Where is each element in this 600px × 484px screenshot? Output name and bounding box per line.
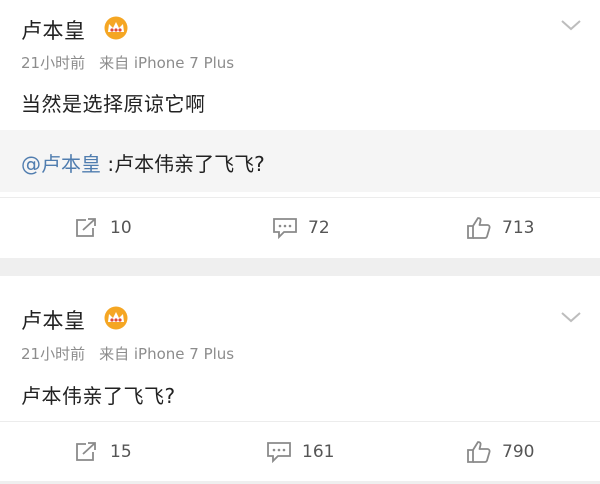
chevron-down-icon[interactable]: [560, 18, 582, 32]
comment-icon: [273, 218, 297, 239]
repost-count: 15: [110, 442, 132, 462]
post-card: 卢本皇 21小时前 来自 iPhone 7 Plus 卢本伟亲了飞飞? 15 1…: [0, 276, 600, 481]
crown-icon: [104, 16, 128, 40]
author-name[interactable]: 卢本皇: [21, 15, 86, 45]
action-bar: 10 72 713: [0, 198, 600, 258]
post-source: 来自 iPhone 7 Plus: [99, 345, 235, 363]
like-button[interactable]: 713: [466, 198, 534, 258]
comment-count: 72: [308, 218, 330, 238]
quoted-line: @卢本皇 :卢本伟亲了飞飞?: [21, 148, 265, 177]
comment-icon: [267, 442, 291, 463]
repost-icon: [76, 218, 96, 237]
comment-count: 161: [302, 442, 335, 462]
thumbs-up-icon: [467, 441, 491, 463]
post-text: 当然是选择原谅它啊: [21, 92, 206, 116]
post-meta: 21小时前 来自 iPhone 7 Plus: [21, 52, 234, 73]
post-time: 21小时前: [21, 345, 86, 363]
repost-count: 10: [110, 218, 132, 238]
comment-button[interactable]: 161: [266, 422, 334, 482]
quoted-text: :卢本伟亲了飞飞?: [101, 152, 265, 176]
mention-link[interactable]: @卢本皇: [21, 152, 101, 176]
repost-button[interactable]: 15: [74, 422, 132, 482]
thumbs-up-icon: [467, 217, 491, 239]
quoted-post[interactable]: @卢本皇 :卢本伟亲了飞飞?: [0, 130, 600, 192]
like-count: 713: [502, 218, 535, 238]
crown-icon: [104, 306, 128, 330]
post-card: 卢本皇 21小时前 来自 iPhone 7 Plus 当然是选择原谅它啊 @卢本皇…: [0, 0, 600, 258]
post-meta: 21小时前 来自 iPhone 7 Plus: [21, 343, 234, 364]
action-bar: 15 161 790: [0, 422, 600, 482]
post-time: 21小时前: [21, 54, 86, 72]
like-count: 790: [502, 442, 535, 462]
repost-button[interactable]: 10: [74, 198, 132, 258]
chevron-down-icon[interactable]: [560, 310, 582, 324]
like-button[interactable]: 790: [466, 422, 534, 482]
comment-button[interactable]: 72: [272, 198, 330, 258]
author-name[interactable]: 卢本皇: [21, 305, 86, 335]
post-text: 卢本伟亲了飞飞?: [21, 384, 176, 408]
repost-icon: [76, 442, 96, 461]
post-source: 来自 iPhone 7 Plus: [99, 54, 235, 72]
